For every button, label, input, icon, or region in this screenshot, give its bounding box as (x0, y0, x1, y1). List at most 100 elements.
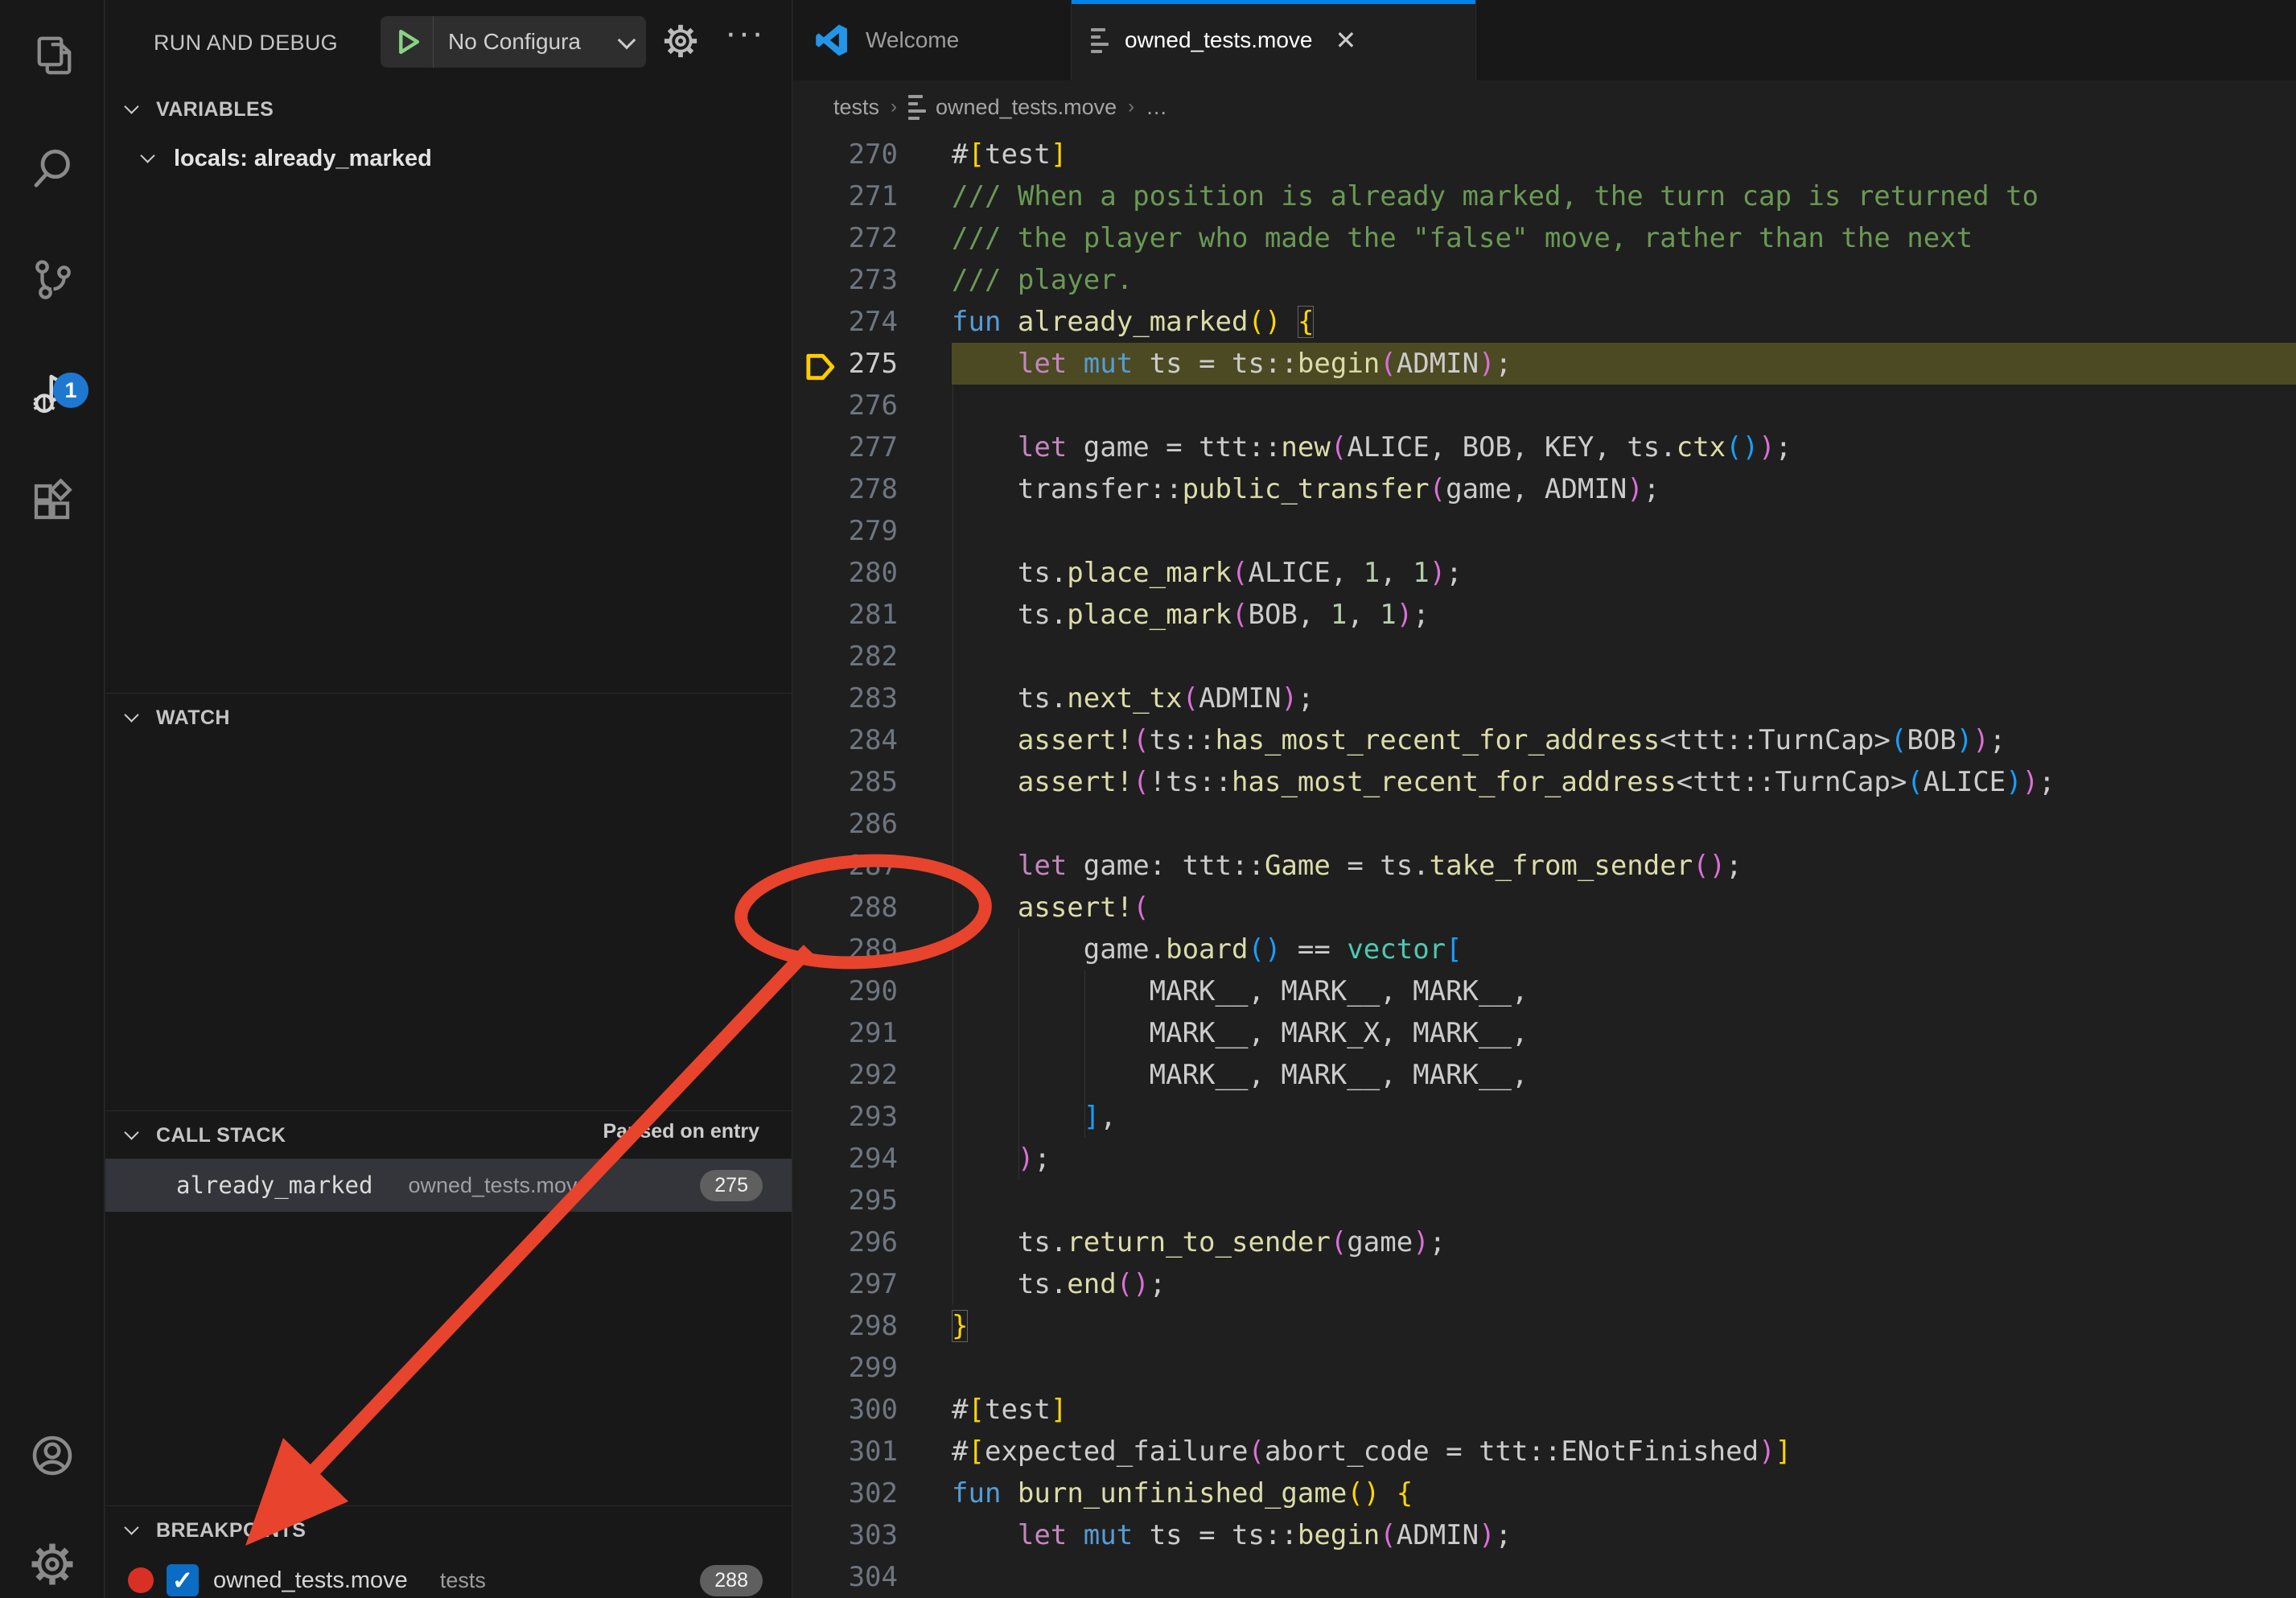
code-line-275[interactable]: 275 let mut ts = ts::begin(ADMIN); (793, 343, 2296, 385)
code-text: ts.return_to_sender(game); (952, 1221, 1446, 1263)
line-number: 286 (793, 803, 898, 845)
line-number: 301 (793, 1431, 898, 1472)
code-line-283[interactable]: 283 ts.next_tx(ADMIN); (793, 678, 2296, 719)
close-tab-icon[interactable]: ✕ (1335, 25, 1356, 56)
section-divider (105, 693, 792, 694)
line-number: 281 (793, 594, 898, 636)
code-line-282[interactable]: 282 (793, 636, 2296, 678)
tab-bar: Welcomeowned_tests.move✕ (793, 0, 2296, 80)
code-line-301[interactable]: 301#[expected_failure(abort_code = ttt::… (793, 1431, 2296, 1472)
line-number: 291 (793, 1012, 898, 1054)
activity-item-search[interactable] (0, 124, 105, 212)
chevron-down-icon (124, 1125, 138, 1139)
line-number: 297 (793, 1263, 898, 1305)
code-line-304[interactable]: 304 (793, 1556, 2296, 1598)
code-line-280[interactable]: 280 ts.place_mark(ALICE, 1, 1); (793, 552, 2296, 594)
code-line-277[interactable]: 277 let game = ttt::new(ALICE, BOB, KEY,… (793, 426, 2296, 468)
activity-item-account[interactable] (0, 1411, 105, 1500)
line-number-badge: 275 (700, 1170, 763, 1201)
code-line-298[interactable]: 298} (793, 1305, 2296, 1347)
line-number: 279 (793, 510, 898, 552)
line-number: 299 (793, 1347, 898, 1389)
code-line-296[interactable]: 296 ts.return_to_sender(game); (793, 1221, 2296, 1263)
code-text: ts.place_mark(ALICE, 1, 1); (952, 552, 1463, 594)
breadcrumb-item[interactable]: owned_tests.move (936, 95, 1117, 120)
code-text: } (952, 1305, 968, 1347)
activity-item-run-and-debug[interactable]: 1 (0, 348, 105, 437)
vscode-window: 1 RUN AND DEBUG No Configura ··· (0, 0, 2296, 1598)
call-stack-frame-row[interactable]: already_marked owned_tests.move 275 (105, 1159, 792, 1212)
line-number: 277 (793, 426, 898, 468)
section-divider (105, 1110, 792, 1111)
move-file-icon (908, 95, 926, 120)
line-number: 300 (793, 1389, 898, 1431)
code-line-303[interactable]: 303 let mut ts = ts::begin(ADMIN); (793, 1514, 2296, 1556)
tab-owned-tests-move[interactable]: owned_tests.move✕ (1072, 0, 1476, 80)
start-debugging-button[interactable] (381, 16, 434, 68)
code-line-285[interactable]: 285 assert!(!ts::has_most_recent_for_add… (793, 761, 2296, 803)
variables-scope-locals[interactable]: locals: already_marked (105, 135, 792, 182)
line-number: 298 (793, 1305, 898, 1347)
vscode-logo-icon (814, 23, 850, 58)
code-text: ts.place_mark(BOB, 1, 1); (952, 594, 1430, 636)
code-line-276[interactable]: 276 (793, 385, 2296, 426)
launch-configuration-group: No Configura (381, 16, 646, 68)
code-line-288[interactable]: 288 assert!( (793, 887, 2296, 929)
debug-settings-gear-button[interactable] (662, 23, 699, 64)
code-editor[interactable]: 270#[test]271 /// When a position is alre… (793, 134, 2296, 1598)
code-line-300[interactable]: 300#[test] (793, 1389, 2296, 1431)
activity-item-extensions[interactable] (0, 458, 105, 546)
code-line-279[interactable]: 279 (793, 510, 2296, 552)
code-line-287[interactable]: 287 let game: ttt::Game = ts.take_from_s… (793, 845, 2296, 887)
more-actions-button[interactable]: ··· (725, 13, 765, 53)
activity-item-settings[interactable] (0, 1520, 105, 1598)
code-line-281[interactable]: 281 ts.place_mark(BOB, 1, 1); (793, 594, 2296, 636)
code-line-297[interactable]: 297 ts.end(); (793, 1263, 2296, 1305)
code-text: let game: ttt::Game = ts.take_from_sende… (952, 845, 1743, 887)
code-line-284[interactable]: 284 assert!(ts::has_most_recent_for_addr… (793, 719, 2296, 761)
section-header-variables[interactable]: VARIABLES (105, 87, 792, 132)
line-number: 270 (793, 134, 898, 175)
line-number: 271 (793, 175, 898, 217)
code-line-286[interactable]: 286 (793, 803, 2296, 845)
line-number: 272 (793, 217, 898, 259)
breakpoint-checkbox[interactable]: ✓ (167, 1564, 199, 1596)
section-divider (105, 1505, 792, 1506)
section-header-breakpoints[interactable]: BREAKPOINTS (105, 1508, 792, 1553)
indent-guide (1018, 929, 1019, 1180)
breadcrumb-separator: › (891, 96, 897, 118)
code-line-295[interactable]: 295 (793, 1180, 2296, 1221)
run-and-debug-sidebar: RUN AND DEBUG No Configura ··· (105, 0, 792, 1598)
breakpoint-dot-icon (128, 1567, 154, 1593)
line-number: 304 (793, 1556, 898, 1598)
code-text: let mut ts = ts::begin(ADMIN); (952, 343, 1512, 385)
code-text: let game = ttt::new(ALICE, BOB, KEY, ts.… (952, 426, 1792, 468)
code-line-274[interactable]: 274fun already_marked() { (793, 301, 2296, 343)
code-text: /// When a position is already marked, t… (952, 175, 2039, 217)
code-line-270[interactable]: 270#[test] (793, 134, 2296, 175)
code-line-272[interactable]: 272/// the player who made the "false" m… (793, 217, 2296, 259)
code-line-271[interactable]: 271 /// When a position is already marked… (793, 175, 2296, 217)
section-header-watch[interactable]: WATCH (105, 695, 792, 740)
activity-item-source-control[interactable] (0, 234, 105, 323)
configuration-dropdown[interactable]: No Configura (434, 29, 646, 55)
line-number: 292 (793, 1054, 898, 1096)
breadcrumb-item[interactable]: … (1146, 95, 1167, 120)
line-number: 287 (793, 845, 898, 887)
line-number: 295 (793, 1180, 898, 1221)
explorer-icon (28, 31, 76, 80)
tab-welcome[interactable]: Welcome (793, 0, 1072, 80)
code-line-278[interactable]: 278 transfer::public_transfer(game, ADMI… (793, 468, 2296, 510)
code-line-273[interactable]: 273/// player. (793, 259, 2296, 301)
code-line-299[interactable]: 299 (793, 1347, 2296, 1389)
code-text: game.board() == vector[ (952, 929, 1463, 970)
code-text: ts.end(); (952, 1263, 1166, 1305)
breakpoint-list-item[interactable]: ✓ owned_tests.move tests 288 (105, 1556, 792, 1598)
code-text: ); (952, 1138, 1051, 1180)
code-text: ts.next_tx(ADMIN); (952, 678, 1314, 719)
activity-item-explorer[interactable] (0, 11, 105, 100)
code-line-302[interactable]: 302fun burn_unfinished_game() { (793, 1472, 2296, 1514)
line-number: 289 (793, 929, 898, 970)
breadcrumb-item[interactable]: tests (833, 95, 879, 120)
account-icon (28, 1431, 76, 1480)
